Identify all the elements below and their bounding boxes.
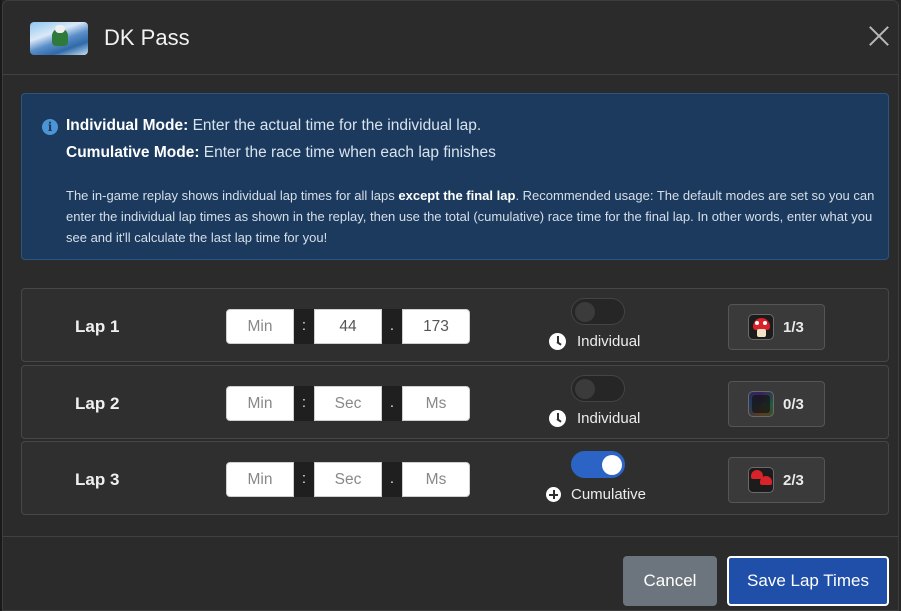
mode-label-text: Individual — [577, 333, 641, 350]
close-icon[interactable] — [868, 25, 890, 47]
cumulative-mode-line: Cumulative Mode: Enter the race time whe… — [66, 144, 496, 162]
minutes-input[interactable]: Min — [226, 309, 294, 344]
mode-toggle[interactable] — [571, 298, 625, 325]
lap-label: Lap 2 — [75, 394, 120, 413]
colon-separator: : — [294, 386, 314, 421]
info-icon: i — [42, 119, 58, 135]
dialog-header: DK Pass — [3, 1, 898, 75]
lap-label: Lap 1 — [75, 317, 120, 336]
lap-row-1: Lap 1 Min : 44 . 173 Individual 1/3 — [21, 288, 889, 362]
info-alert: i Individual Mode: Enter the actual time… — [21, 93, 889, 260]
mode-toggle[interactable] — [571, 375, 625, 402]
milliseconds-input[interactable]: 173 — [402, 309, 470, 344]
item-count: 2/3 — [783, 471, 804, 489]
item-usage-button[interactable]: 0/3 — [728, 381, 825, 427]
plus-circle-icon — [546, 487, 561, 502]
clock-icon — [549, 410, 566, 427]
driver-shape — [55, 25, 65, 33]
dot-separator: . — [382, 386, 402, 421]
mode-label-text: Cumulative — [571, 486, 647, 503]
seconds-input[interactable]: Sec — [314, 462, 382, 497]
item-count: 0/3 — [783, 395, 804, 413]
individual-mode-line: Individual Mode: Enter the actual time f… — [66, 117, 481, 135]
colon-separator: : — [294, 309, 314, 344]
save-lap-times-button[interactable]: Save Lap Times — [727, 556, 889, 606]
lap-time-input-group: Min : 44 . 173 — [226, 309, 470, 344]
lap-times-dialog: DK Pass i Individual Mode: Enter the act… — [2, 0, 899, 611]
item-usage-button[interactable]: 2/3 — [728, 457, 825, 503]
dialog-title: DK Pass — [104, 25, 190, 50]
para-part1: The in-game replay shows individual lap … — [66, 188, 399, 203]
toggle-knob — [575, 379, 595, 399]
colon-separator: : — [294, 462, 314, 497]
dot-separator: . — [382, 309, 402, 344]
milliseconds-input[interactable]: Ms — [402, 462, 470, 497]
seconds-input[interactable]: 44 — [314, 309, 382, 344]
lap-time-input-group: Min : Sec . Ms — [226, 462, 470, 497]
mode-label-text: Individual — [577, 410, 641, 427]
item-count: 1/3 — [783, 318, 804, 336]
para-bold: except the final lap — [398, 188, 516, 203]
toggle-knob — [575, 302, 595, 322]
individual-mode-text: Enter the actual time for the individual… — [188, 117, 482, 134]
lap-time-input-group: Min : Sec . Ms — [226, 386, 470, 421]
dialog-footer: Cancel Save Lap Times — [3, 536, 898, 611]
lap-row-3: Lap 3 Min : Sec . Ms Cumulative 2/3 — [21, 441, 889, 515]
mode-label: Individual — [549, 333, 640, 350]
milliseconds-input[interactable]: Ms — [402, 386, 470, 421]
minutes-input[interactable]: Min — [226, 462, 294, 497]
mushroom-icon — [748, 314, 774, 340]
toggle-knob — [602, 455, 622, 475]
clock-icon — [549, 333, 566, 350]
lap-row-2: Lap 2 Min : Sec . Ms Individual 0/3 — [21, 365, 889, 439]
seconds-input[interactable]: Sec — [314, 386, 382, 421]
cancel-button[interactable]: Cancel — [623, 556, 717, 606]
dot-separator: . — [382, 462, 402, 497]
no-item-icon — [748, 391, 774, 417]
usage-paragraph: The in-game replay shows individual lap … — [66, 185, 876, 248]
track-thumbnail — [30, 22, 88, 55]
item-usage-button[interactable]: 1/3 — [728, 304, 825, 350]
mode-toggle[interactable] — [571, 451, 625, 478]
minutes-input[interactable]: Min — [226, 386, 294, 421]
double-mushroom-icon — [748, 467, 774, 493]
lap-label: Lap 3 — [75, 470, 120, 489]
cumulative-mode-label: Cumulative Mode: — [66, 144, 200, 161]
mode-label: Individual — [549, 410, 640, 427]
cumulative-mode-text: Enter the race time when each lap finish… — [199, 144, 496, 161]
mode-label: Cumulative — [546, 486, 646, 503]
individual-mode-label: Individual Mode: — [66, 117, 189, 134]
